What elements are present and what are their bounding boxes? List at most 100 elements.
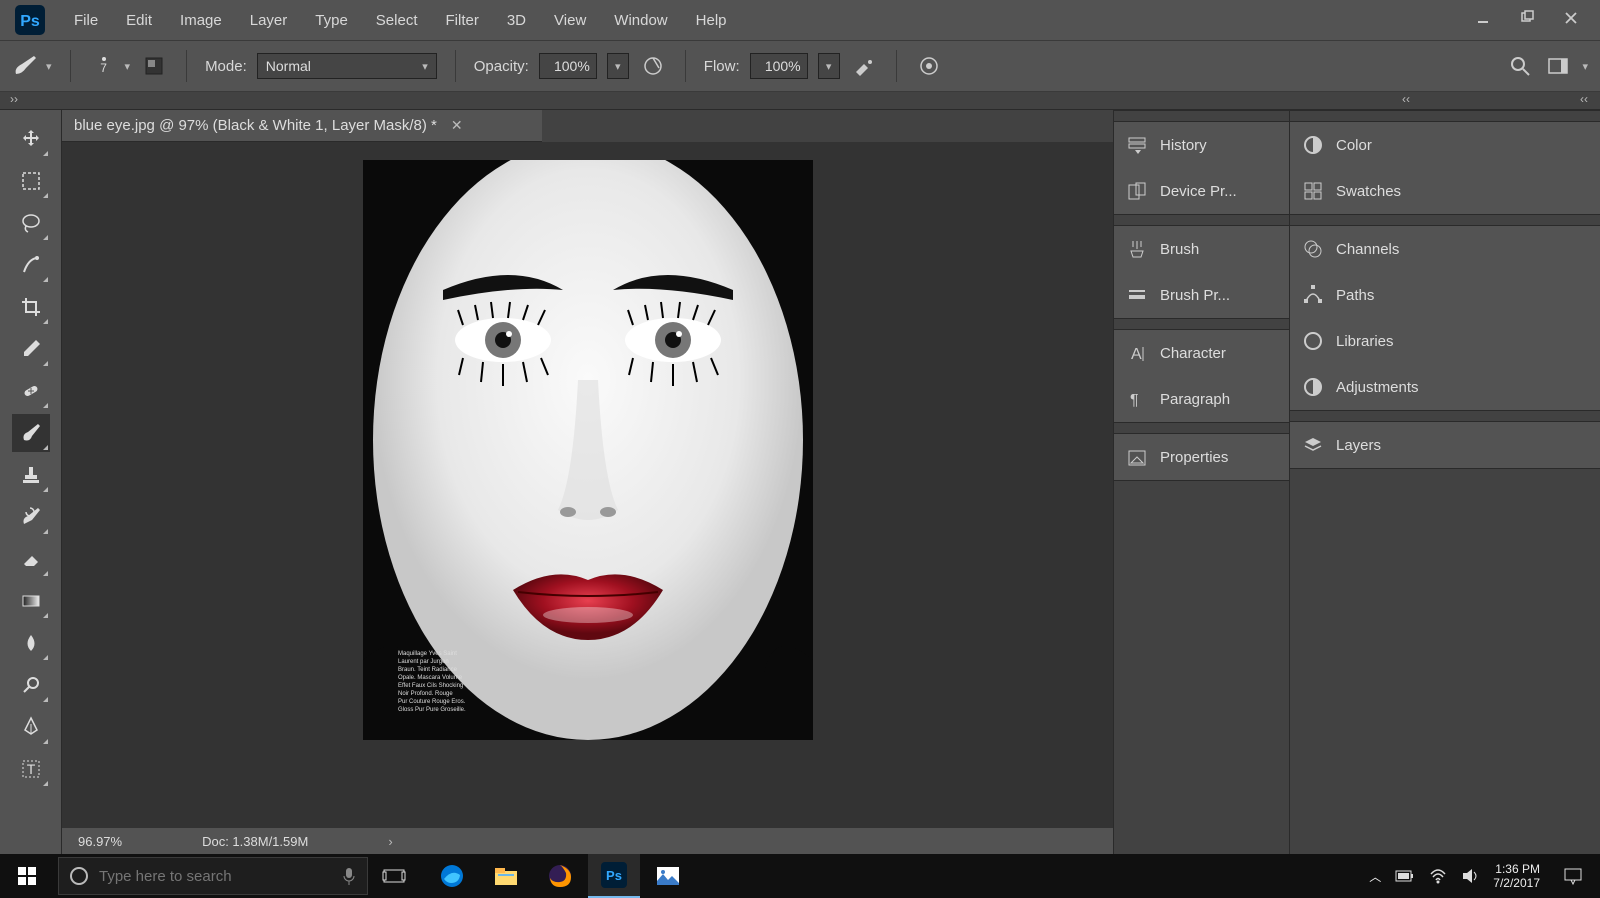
volume-icon[interactable] bbox=[1461, 868, 1479, 884]
maximize-icon[interactable] bbox=[1520, 11, 1534, 30]
document-tab[interactable]: blue eye.jpg @ 97% (Black & White 1, Lay… bbox=[62, 110, 542, 142]
svg-text:Ps: Ps bbox=[606, 868, 622, 883]
opacity-value[interactable]: 100% bbox=[539, 53, 597, 79]
menu-file[interactable]: File bbox=[60, 0, 112, 40]
eyedropper-tool[interactable] bbox=[12, 330, 50, 368]
menu-view[interactable]: View bbox=[540, 0, 600, 40]
menu-select[interactable]: Select bbox=[362, 0, 432, 40]
panel-label: Paragraph bbox=[1160, 391, 1230, 408]
menu-filter[interactable]: Filter bbox=[432, 0, 493, 40]
status-bar: 96.97% Doc: 1.38M/1.59M › bbox=[62, 828, 1113, 854]
search-icon[interactable] bbox=[1506, 52, 1534, 80]
panel-brush-presets[interactable]: Brush Pr... bbox=[1114, 272, 1289, 318]
chevron-down-icon[interactable]: ▾ bbox=[1582, 60, 1588, 73]
expand-toolbar-icon[interactable]: ›› bbox=[10, 92, 18, 106]
panel-layers[interactable]: Layers bbox=[1290, 422, 1600, 468]
menu-window[interactable]: Window bbox=[600, 0, 681, 40]
menu-edit[interactable]: Edit bbox=[112, 0, 166, 40]
taskbar-photoshop[interactable]: Ps bbox=[588, 854, 640, 898]
panel-device-preview[interactable]: Device Pr... bbox=[1114, 168, 1289, 214]
panel-channels[interactable]: Channels bbox=[1290, 226, 1600, 272]
divider bbox=[896, 50, 897, 82]
panel-properties[interactable]: Properties bbox=[1114, 434, 1289, 480]
menu-bar: Ps File Edit Image Layer Type Select Fil… bbox=[0, 0, 1600, 40]
opacity-dropdown[interactable]: ▾ bbox=[607, 53, 629, 79]
wifi-icon[interactable] bbox=[1429, 868, 1447, 884]
chevron-down-icon: ▾ bbox=[125, 60, 131, 73]
type-tool[interactable]: T bbox=[12, 750, 50, 788]
pen-tool[interactable] bbox=[12, 708, 50, 746]
dodge-tool[interactable] bbox=[12, 666, 50, 704]
quick-select-tool[interactable] bbox=[12, 246, 50, 284]
brush-presets-icon bbox=[1126, 284, 1148, 306]
move-tool[interactable] bbox=[12, 120, 50, 158]
menu-3d[interactable]: 3D bbox=[493, 0, 540, 40]
panel-character[interactable]: ACharacter bbox=[1114, 330, 1289, 376]
status-menu-icon[interactable]: › bbox=[388, 834, 392, 849]
airbrush-icon[interactable] bbox=[850, 52, 878, 80]
tool-preset-picker[interactable]: ▾ bbox=[12, 54, 52, 78]
mic-icon[interactable] bbox=[341, 866, 357, 886]
panel-adjustments[interactable]: Adjustments bbox=[1290, 364, 1600, 410]
panel-paragraph[interactable]: ¶Paragraph bbox=[1114, 376, 1289, 422]
menu-image[interactable]: Image bbox=[166, 0, 236, 40]
panel-brush[interactable]: Brush bbox=[1114, 226, 1289, 272]
clock[interactable]: 1:36 PM 7/2/2017 bbox=[1493, 862, 1540, 890]
brush-tool[interactable] bbox=[12, 414, 50, 452]
taskbar-explorer[interactable] bbox=[480, 854, 532, 898]
flow-value[interactable]: 100% bbox=[750, 53, 808, 79]
history-brush-tool[interactable] bbox=[12, 498, 50, 536]
panel-collapse-strip: ›› ‹‹ ‹‹ bbox=[0, 92, 1600, 110]
panel-history[interactable]: History bbox=[1114, 122, 1289, 168]
panel-swatches[interactable]: Swatches bbox=[1290, 168, 1600, 214]
close-icon[interactable] bbox=[1564, 11, 1578, 30]
doc-info[interactable]: Doc: 1.38M/1.59M bbox=[202, 834, 308, 849]
mode-select[interactable]: Normal▾ bbox=[257, 53, 437, 79]
panel-libraries[interactable]: Libraries bbox=[1290, 318, 1600, 364]
menu-help[interactable]: Help bbox=[682, 0, 741, 40]
lasso-tool[interactable] bbox=[12, 204, 50, 242]
swatches-icon bbox=[1302, 180, 1324, 202]
pressure-size-icon[interactable] bbox=[915, 52, 943, 80]
brush-panel-toggle[interactable] bbox=[140, 52, 168, 80]
battery-icon[interactable] bbox=[1395, 869, 1415, 883]
start-button[interactable] bbox=[0, 867, 54, 885]
panel-color[interactable]: Color bbox=[1290, 122, 1600, 168]
collapse-panels-icon[interactable]: ‹‹ bbox=[1580, 92, 1588, 106]
taskbar-photos[interactable] bbox=[642, 854, 694, 898]
pressure-opacity-icon[interactable] bbox=[639, 52, 667, 80]
healing-tool[interactable] bbox=[12, 372, 50, 410]
eraser-tool[interactable] bbox=[12, 540, 50, 578]
panel-label: Device Pr... bbox=[1160, 183, 1237, 200]
menu-type[interactable]: Type bbox=[301, 0, 362, 40]
task-view-icon[interactable] bbox=[368, 854, 420, 898]
svg-text:Ps: Ps bbox=[20, 13, 40, 30]
marquee-tool[interactable] bbox=[12, 162, 50, 200]
windows-taskbar: Ps ︿ 1:36 PM 7/2/2017 bbox=[0, 854, 1600, 898]
taskbar-search[interactable] bbox=[58, 857, 368, 895]
layers-icon bbox=[1302, 434, 1324, 456]
brush-preset-picker[interactable]: 7 ▾ bbox=[89, 57, 131, 75]
collapse-panels-icon[interactable]: ‹‹ bbox=[1402, 92, 1410, 106]
taskbar-edge[interactable] bbox=[426, 854, 478, 898]
canvas[interactable]: Maquillage Yves Saint Laurent par Jurgen… bbox=[62, 142, 1113, 828]
libraries-icon bbox=[1302, 330, 1324, 352]
panel-paths[interactable]: Paths bbox=[1290, 272, 1600, 318]
flow-dropdown[interactable]: ▾ bbox=[818, 53, 840, 79]
close-tab-icon[interactable]: ✕ bbox=[451, 117, 463, 134]
menu-layer[interactable]: Layer bbox=[236, 0, 302, 40]
stamp-tool[interactable] bbox=[12, 456, 50, 494]
search-input[interactable] bbox=[99, 868, 331, 885]
crop-tool[interactable] bbox=[12, 288, 50, 326]
minimize-icon[interactable] bbox=[1476, 11, 1490, 30]
taskbar-firefox[interactable] bbox=[534, 854, 586, 898]
zoom-level[interactable]: 96.97% bbox=[78, 834, 122, 849]
panel-label: Paths bbox=[1336, 287, 1374, 304]
workspace-switcher[interactable] bbox=[1544, 52, 1572, 80]
brush-icon bbox=[1126, 238, 1148, 260]
svg-text:Gloss Pur Pure Groseille.: Gloss Pur Pure Groseille. bbox=[398, 707, 466, 713]
tray-chevron-icon[interactable]: ︿ bbox=[1369, 868, 1381, 885]
gradient-tool[interactable] bbox=[12, 582, 50, 620]
notifications-icon[interactable] bbox=[1554, 867, 1592, 885]
blur-tool[interactable] bbox=[12, 624, 50, 662]
